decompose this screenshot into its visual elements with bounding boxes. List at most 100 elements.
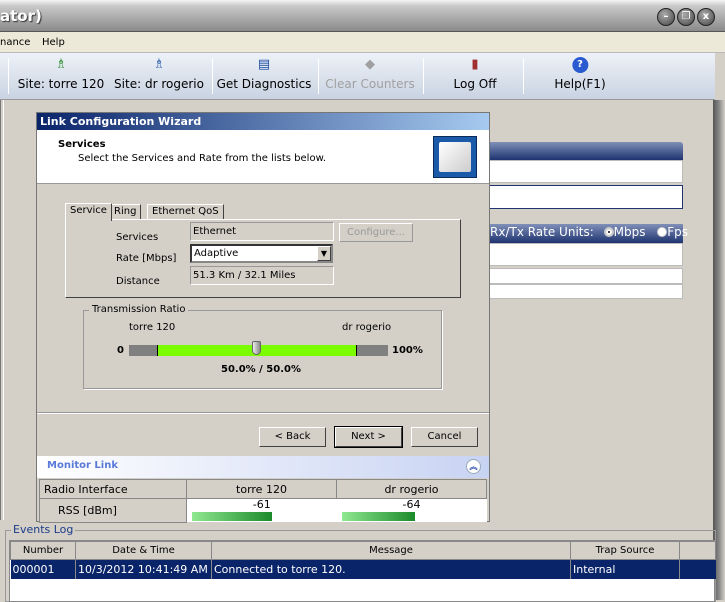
label: Site: dr rogerio bbox=[114, 77, 204, 91]
left-site-label: torre 120 bbox=[129, 322, 176, 333]
dialog-title: Link Configuration Wizard bbox=[37, 113, 489, 130]
help-button[interactable]: ? Help(F1) bbox=[554, 57, 606, 91]
menu-bar: nance Help bbox=[0, 32, 725, 53]
divider bbox=[37, 412, 489, 414]
column-header[interactable]: Message bbox=[211, 541, 571, 560]
next-button[interactable]: Next > bbox=[334, 426, 403, 448]
tab-service[interactable]: Service bbox=[65, 203, 112, 221]
label: Help(F1) bbox=[554, 77, 606, 91]
antenna-device-icon bbox=[433, 136, 477, 178]
window-title: ator) bbox=[0, 7, 42, 25]
panel-row bbox=[480, 185, 683, 209]
menu-help[interactable]: Help bbox=[42, 37, 65, 48]
cancel-button[interactable]: Cancel bbox=[411, 427, 478, 447]
panel-row bbox=[480, 284, 683, 299]
configure-button[interactable]: Configure... bbox=[339, 223, 413, 242]
ratio-readout: 50.0% / 50.0% bbox=[221, 364, 301, 375]
collapse-icon[interactable]: ︽ bbox=[466, 459, 481, 474]
back-button[interactable]: < Back bbox=[259, 427, 326, 447]
minimize-button[interactable]: – bbox=[657, 8, 675, 26]
rss-value: -61 bbox=[252, 498, 271, 511]
header-cell: Radio Interface bbox=[39, 479, 187, 499]
events-table: Number Date & Time Message Trap Source 0… bbox=[10, 541, 716, 579]
fps-radio[interactable] bbox=[657, 227, 668, 237]
rss-bar bbox=[192, 512, 273, 521]
eraser-icon: ◆ bbox=[365, 57, 375, 72]
site-torre-button[interactable]: ♗ Site: torre 120 bbox=[18, 57, 104, 91]
label: Log Off bbox=[453, 77, 497, 91]
label: Site: torre 120 bbox=[17, 77, 105, 91]
label: Clear Counters bbox=[325, 77, 415, 91]
rss-cell: -64 bbox=[336, 498, 487, 522]
panel-row bbox=[480, 160, 683, 183]
cell-number: 000001 bbox=[10, 559, 76, 579]
rss-value: -64 bbox=[402, 498, 421, 511]
column-header[interactable]: Trap Source bbox=[570, 541, 680, 560]
get-diagnostics-button[interactable]: ▤ Get Diagnostics bbox=[217, 57, 312, 91]
rate-value: Adaptive bbox=[194, 248, 239, 259]
toolbar: ♗ Site: torre 120 ♗ Site: dr rogerio ▤ Get … bbox=[0, 53, 715, 100]
antenna-icon: ♗ bbox=[153, 57, 165, 72]
rate-units-label: Rx/Tx Rate Units: bbox=[490, 225, 594, 239]
right-site-label: dr rogerio bbox=[342, 322, 392, 333]
monitor-table: Radio Interface torre 120 dr rogerio RSS… bbox=[39, 479, 487, 523]
group-title: Transmission Ratio bbox=[89, 304, 189, 315]
title-bar: ator) – ❐ x bbox=[0, 0, 725, 32]
services-field: Ethernet bbox=[190, 222, 334, 241]
table-row[interactable]: 000001 10/3/2012 10:41:49 AM Connected t… bbox=[10, 559, 716, 579]
ratio-slider-track[interactable] bbox=[129, 341, 388, 356]
cell-extra bbox=[680, 560, 716, 579]
header-cell: dr rogerio bbox=[336, 479, 487, 499]
rss-cell: -61 bbox=[186, 498, 337, 522]
panel-header bbox=[480, 142, 683, 160]
rate-units-header: Rx/Tx Rate Units: Mbps Fps bbox=[480, 224, 688, 243]
monitor-link-title: Monitor Link bbox=[47, 460, 119, 471]
mbps-label[interactable]: Mbps bbox=[614, 225, 646, 239]
column-header bbox=[679, 541, 716, 560]
restore-button[interactable]: ❐ bbox=[677, 8, 695, 26]
rss-bar bbox=[341, 512, 416, 521]
rate-select[interactable]: Adaptive ▼ bbox=[190, 244, 333, 263]
mbps-radio[interactable] bbox=[603, 227, 614, 237]
cell-message: Connected to torre 120. bbox=[211, 559, 571, 579]
wizard-heading: Services bbox=[58, 139, 106, 150]
separator bbox=[318, 58, 319, 94]
label: Get Diagnostics bbox=[216, 77, 312, 91]
wizard-subheading: Select the Services and Rate from the li… bbox=[78, 153, 327, 164]
events-table-container: Number Date & Time Message Trap Source 0… bbox=[9, 540, 716, 602]
log-off-button[interactable]: ▮ Log Off bbox=[454, 57, 497, 91]
tab-ring[interactable]: Ring bbox=[109, 204, 142, 220]
link-configuration-wizard: Link Configuration Wizard Services Selec… bbox=[36, 112, 490, 523]
close-button[interactable]: x bbox=[697, 8, 715, 26]
transmission-ratio-group: Transmission Ratio torre 120 dr rogerio … bbox=[83, 304, 442, 389]
clear-counters-button[interactable]: ◆ Clear Counters bbox=[325, 57, 414, 91]
max-label: 100% bbox=[392, 345, 423, 356]
site-rogerio-button[interactable]: ♗ Site: dr rogerio bbox=[114, 57, 204, 91]
events-log-group: Events Log Number Date & Time Message Tr… bbox=[5, 523, 716, 602]
separator bbox=[523, 58, 524, 94]
separator bbox=[423, 58, 424, 94]
menu-maintenance[interactable]: nance bbox=[0, 37, 30, 48]
antenna-icon: ♗ bbox=[55, 57, 67, 72]
header-cell: torre 120 bbox=[186, 479, 337, 499]
rss-label: RSS [dBm] bbox=[39, 498, 187, 523]
panel-row bbox=[480, 243, 683, 266]
rate-label: Rate [Mbps] bbox=[116, 253, 177, 264]
separator bbox=[212, 58, 213, 94]
diagnostics-icon: ▤ bbox=[257, 57, 271, 72]
column-header[interactable]: Date & Time bbox=[75, 541, 212, 560]
panel-row bbox=[480, 268, 683, 284]
column-header[interactable]: Number bbox=[10, 541, 76, 560]
right-border bbox=[713, 100, 725, 600]
left-border bbox=[0, 100, 4, 520]
min-label: 0 bbox=[117, 345, 124, 356]
cell-trap-source: Internal bbox=[570, 559, 680, 579]
cell-datetime: 10/3/2012 10:41:49 AM bbox=[75, 559, 212, 579]
services-label: Services bbox=[116, 232, 159, 243]
chevron-down-icon[interactable]: ▼ bbox=[317, 246, 331, 261]
ratio-slider-thumb[interactable] bbox=[252, 341, 261, 355]
tab-panel: Services Ethernet Configure... Rate [Mbp… bbox=[65, 219, 461, 298]
tab-ethernet-qos[interactable]: Ethernet QoS bbox=[147, 204, 224, 220]
separator bbox=[8, 58, 9, 94]
fps-label[interactable]: Fps bbox=[667, 225, 688, 239]
